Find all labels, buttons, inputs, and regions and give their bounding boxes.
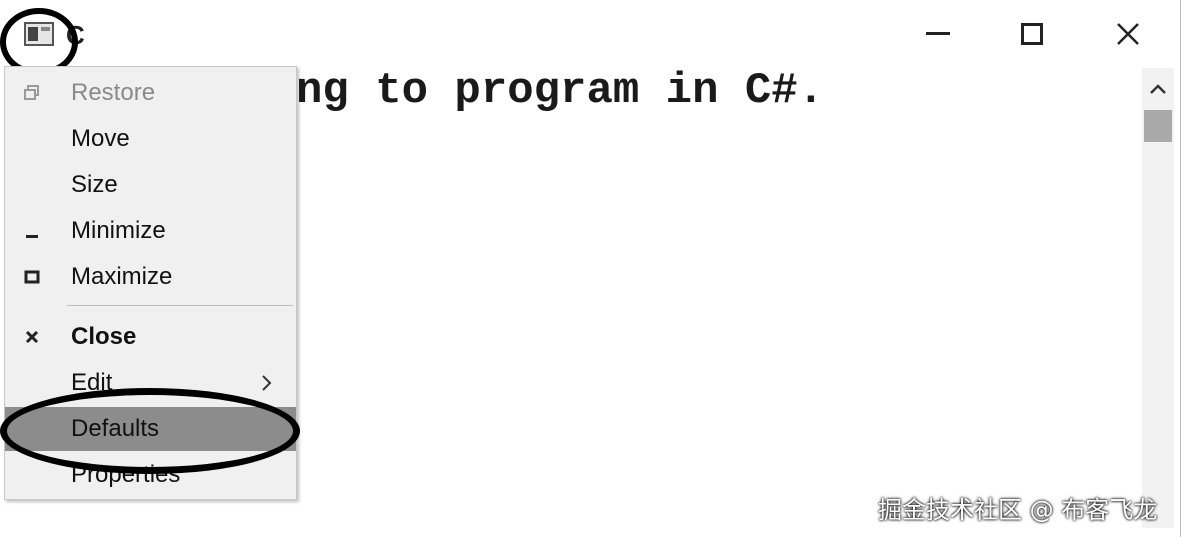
- menu-item-close[interactable]: Close: [5, 315, 296, 359]
- menu-item-edit[interactable]: Edit: [5, 361, 296, 405]
- menu-label-minimize: Minimize: [71, 217, 166, 244]
- menu-label-edit: Edit: [71, 369, 113, 396]
- menu-item-minimize[interactable]: Minimize: [5, 209, 296, 253]
- maximize-button[interactable]: [994, 10, 1070, 58]
- console-output: ng to program in C#.: [296, 66, 825, 116]
- maximize-icon: [1021, 23, 1043, 45]
- system-menu: Restore Move Size Minimize Maximize Clos…: [4, 66, 297, 500]
- menu-label-close: Close: [71, 323, 137, 350]
- title-bar[interactable]: C: [0, 0, 1181, 76]
- menu-label-move: Move: [71, 125, 130, 152]
- chevron-right-icon: [259, 373, 275, 393]
- scroll-thumb[interactable]: [1144, 110, 1172, 142]
- menu-label-size: Size: [71, 171, 118, 198]
- console-app-icon[interactable]: [24, 22, 54, 46]
- menu-item-properties[interactable]: Properties: [5, 453, 296, 497]
- menu-label-defaults: Defaults: [71, 415, 160, 442]
- menu-item-restore[interactable]: Restore: [5, 71, 296, 115]
- menu-item-maximize[interactable]: Maximize: [5, 255, 296, 299]
- menu-separator: [67, 305, 293, 306]
- restore-icon: [19, 80, 45, 106]
- console-window: C ng to program in C#. Restore Move Size…: [0, 0, 1181, 537]
- menu-item-defaults[interactable]: Defaults: [5, 407, 296, 451]
- close-icon: [1117, 23, 1139, 45]
- close-button[interactable]: [1090, 10, 1166, 58]
- menu-item-move[interactable]: Move: [5, 117, 296, 161]
- close-icon: [19, 324, 45, 350]
- watermark-text: 掘金技术社区 @ 布客飞龙: [878, 496, 1158, 524]
- vertical-scrollbar[interactable]: [1142, 68, 1174, 528]
- menu-label-properties: Properties: [71, 461, 181, 488]
- minimize-icon: [926, 32, 950, 35]
- chevron-up-icon: [1150, 84, 1166, 94]
- menu-item-size[interactable]: Size: [5, 163, 296, 207]
- scroll-up-button[interactable]: [1142, 72, 1174, 106]
- minimize-icon: [19, 218, 45, 244]
- menu-label-maximize: Maximize: [71, 263, 173, 290]
- window-title: C: [66, 20, 84, 50]
- maximize-icon: [19, 264, 45, 290]
- minimize-button[interactable]: [900, 10, 976, 58]
- menu-label-restore: Restore: [71, 79, 156, 106]
